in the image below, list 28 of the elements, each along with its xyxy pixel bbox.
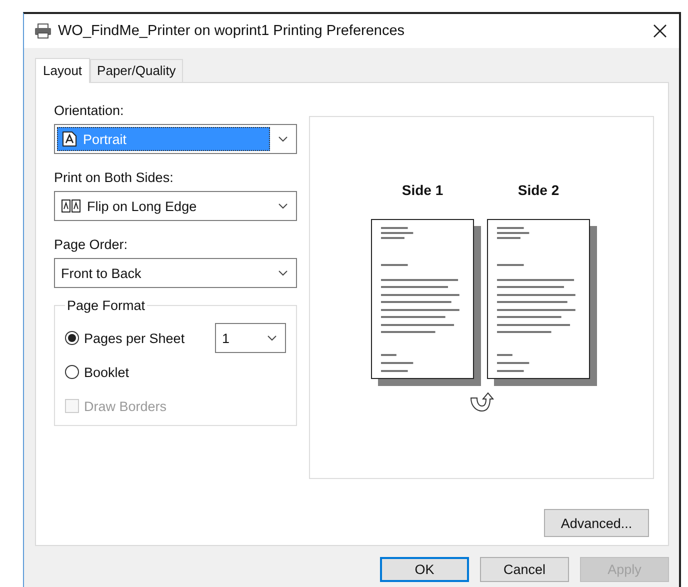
radio-button[interactable] [65, 365, 79, 379]
book-icon [61, 199, 81, 213]
tab[interactable]: Layout [35, 58, 90, 83]
chevron-icon [278, 203, 288, 209]
field-label: Orientation: [54, 103, 125, 119]
chevron-icon [278, 136, 288, 142]
radio-button[interactable] [65, 331, 79, 345]
close-icon[interactable] [653, 24, 667, 38]
tab[interactable]: Paper/Quality [90, 59, 183, 82]
window-title: WO_FindMe_Printer on woprint1 Printing Preferences [58, 23, 406, 39]
dropdown[interactable]: Flip on Long Edge [54, 191, 297, 221]
radio-label[interactable]: Pages per Sheet [84, 330, 215, 346]
radio-label[interactable]: Booklet [84, 364, 286, 380]
printer-icon [34, 23, 52, 39]
dropdown[interactable]: Front to Back [54, 258, 297, 288]
dialog-button[interactable]: OK [380, 557, 469, 582]
advanced-button[interactable]: Advanced... [544, 509, 649, 537]
chevron-icon [267, 335, 277, 341]
portrait-icon [62, 131, 77, 147]
field-label: Print on Both Sides: [54, 170, 174, 186]
side-label: Side 1 [402, 181, 444, 199]
rotate-arrow-icon [468, 392, 494, 412]
group-title: Page Format [66, 298, 146, 313]
field-label: Page Order: [54, 237, 129, 253]
dropdown[interactable]: 1 [215, 323, 286, 353]
dialog-button[interactable]: Cancel [480, 557, 569, 582]
side-label: Side 2 [518, 181, 560, 199]
chevron-icon [278, 270, 288, 276]
